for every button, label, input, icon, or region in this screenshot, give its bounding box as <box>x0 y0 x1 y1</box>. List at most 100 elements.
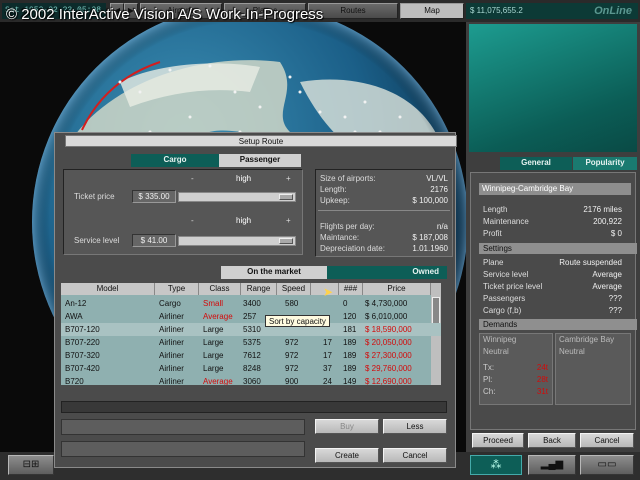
service-level-label: Service level <box>74 236 120 245</box>
origin-status: Neutral <box>483 347 509 356</box>
ch-value: 31t <box>536 387 548 396</box>
cell-speed: 972 <box>285 351 299 360</box>
tab-cargo[interactable]: Cargo <box>131 154 219 167</box>
finance-button[interactable]: ▂▄▆ <box>528 455 576 475</box>
back-button[interactable]: Back <box>528 433 576 448</box>
ch-label: Ch: <box>483 387 496 396</box>
cell-range: 8248 <box>243 364 261 373</box>
create-button[interactable]: Create <box>315 448 379 463</box>
money-display: $ 11,075,655.2 OnLine <box>466 3 638 19</box>
col-model[interactable]: Model <box>61 283 155 295</box>
demand-origin-box: Winnipeg Neutral Tx: 24t Pl: 28t Ch: 31t <box>479 333 553 405</box>
cell-cap: 17 <box>323 338 332 347</box>
cell-type: Airliner <box>159 351 184 360</box>
tx-value: 24t <box>536 363 548 372</box>
service-level-text: high <box>236 216 252 225</box>
info-label: Size of airports: <box>320 174 376 183</box>
ticket-level-label: Ticket price level <box>483 282 543 291</box>
cell-type: Airliner <box>159 325 184 334</box>
length-label: Length <box>483 205 508 214</box>
cell-pax: 0 <box>343 299 348 308</box>
info-label: Flights per day: <box>320 222 375 231</box>
table-row[interactable]: B707-320 Airliner Large 7612 972 17 189 $ 27,30… <box>61 349 441 362</box>
origin-city: Winnipeg <box>483 335 517 344</box>
ticket-price-value: $ 335.00 <box>132 190 176 203</box>
cell-pax: 149 <box>343 377 357 385</box>
cell-range: 7612 <box>243 351 261 360</box>
ticket-level: high <box>236 174 252 183</box>
cell-price: $ 18,590,000 <box>365 325 412 334</box>
service-level-label: Service level <box>483 270 529 279</box>
tab-on-the-market[interactable]: On the market <box>221 266 327 279</box>
passengers-value: ??? <box>608 294 622 303</box>
col-speed[interactable]: Speed <box>277 283 311 295</box>
cell-type: Cargo <box>159 299 181 308</box>
table-row[interactable]: B707-120 Airliner Large 5310 181 $ 18,590,000 <box>61 323 441 336</box>
tab-general[interactable]: General <box>500 157 572 170</box>
col-price[interactable]: Price <box>363 283 431 295</box>
cell-model: AWA <box>65 312 83 321</box>
less-button[interactable]: Less <box>383 419 447 434</box>
world-view-button[interactable]: ⁂ <box>470 455 522 475</box>
cell-price: $ 12,690,000 <box>365 377 412 385</box>
table-row[interactable]: AWA Airliner Average 257 120 $ 6,010,000 <box>61 310 441 323</box>
cell-range: 3060 <box>243 377 261 385</box>
ticket-slider-knob[interactable] <box>279 194 293 200</box>
right-cancel-button[interactable]: Cancel <box>580 433 634 448</box>
service-plus: + <box>286 216 291 225</box>
settings-button[interactable]: ⊟⊞ <box>8 455 54 475</box>
service-level-value: $ 41.00 <box>132 234 176 247</box>
demands-header: Demands <box>479 319 637 330</box>
nav-map-button[interactable]: Map <box>400 3 464 19</box>
cell-model: An-12 <box>65 299 87 308</box>
table-row[interactable]: B707-420 Airliner Large 8248 972 37 189 $ 29,76… <box>61 362 441 375</box>
route-details: Winnipeg-Cambridge Bay Length 2176 miles… <box>470 172 637 430</box>
ticket-plus: + <box>286 174 291 183</box>
cell-cap: 24 <box>323 377 332 385</box>
cell-range: 5310 <box>243 325 261 334</box>
ticket-price-slider[interactable] <box>178 192 296 202</box>
cell-price: $ 29,760,000 <box>365 364 412 373</box>
proceed-button[interactable]: Proceed <box>472 433 524 448</box>
options-button[interactable]: ▭▭ <box>580 455 634 475</box>
table-row[interactable]: An-12 Cargo Small 3400 580 0 $ 4,730,000 <box>61 297 441 310</box>
tab-passenger[interactable]: Passenger <box>219 154 301 167</box>
pl-value: 28t <box>536 375 548 384</box>
passengers-label: Passengers <box>483 294 526 303</box>
cell-type: Airliner <box>159 338 184 347</box>
dialog-title: Setup Route <box>65 135 457 147</box>
col-type[interactable]: Type <box>155 283 199 295</box>
message-field-2 <box>61 441 305 457</box>
cancel-button[interactable]: Cancel <box>383 448 447 463</box>
money-text: $ 11,075,655.2 <box>470 6 523 15</box>
buy-button[interactable]: Buy <box>315 419 379 434</box>
info-label: Length: <box>320 185 347 194</box>
cell-speed: 580 <box>285 299 299 308</box>
setup-route-dialog: Setup Route Cargo Passenger - high + Tic… <box>54 132 457 468</box>
cell-class: Average <box>203 377 233 385</box>
cell-class: Large <box>203 338 224 347</box>
service-slider-knob[interactable] <box>279 238 293 244</box>
table-row[interactable]: B707-220 Airliner Large 5375 972 17 189 $ 20,05… <box>61 336 441 349</box>
cargo-value: ??? <box>608 306 622 315</box>
cell-type: Airliner <box>159 377 184 385</box>
cell-type: Airliner <box>159 364 184 373</box>
cell-pax: 189 <box>343 338 357 347</box>
watermark-text: © 2002 InterActive Vision A/S Work-In-Pr… <box>6 6 324 23</box>
cell-cap: 17 <box>323 351 332 360</box>
profit-value: $ 0 <box>610 229 622 238</box>
service-level-slider[interactable] <box>178 236 296 246</box>
pl-label: Pl: <box>483 375 493 384</box>
tab-popularity[interactable]: Popularity <box>573 157 637 170</box>
col-range[interactable]: Range <box>241 283 277 295</box>
cell-class: Large <box>203 351 224 360</box>
cell-range: 5375 <box>243 338 261 347</box>
tab-owned[interactable]: Owned <box>327 266 447 279</box>
table-row[interactable]: B720 Airliner Average 3060 900 24 149 $ 12,690,… <box>61 375 441 385</box>
col-class[interactable]: Class <box>199 283 241 295</box>
col-passengers[interactable]: ### <box>339 283 363 295</box>
info-value: $ 100,000 <box>412 196 448 205</box>
ticket-level-value: Average <box>592 282 622 291</box>
cell-model: B707-120 <box>65 325 100 334</box>
info-value: 1.01.1960 <box>412 244 448 253</box>
